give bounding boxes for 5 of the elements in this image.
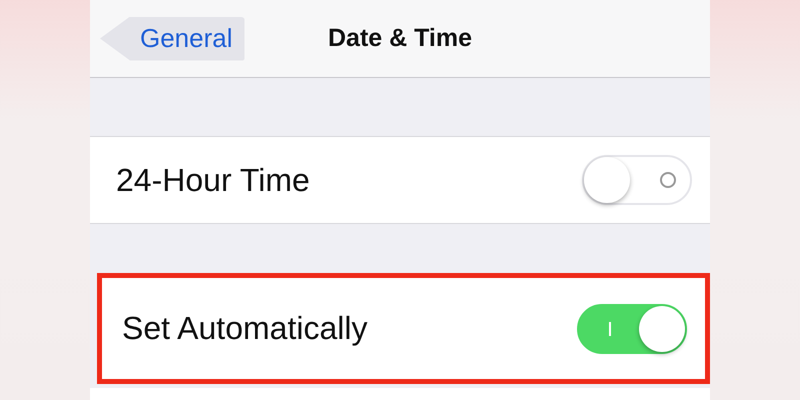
setting-label: 24-Hour Time [116, 162, 310, 198]
toggle-switch[interactable] [577, 304, 687, 354]
screen-title: Date & Time [328, 24, 472, 53]
setting-label: Set Automatically [122, 310, 368, 347]
back-button[interactable]: General [100, 16, 244, 60]
